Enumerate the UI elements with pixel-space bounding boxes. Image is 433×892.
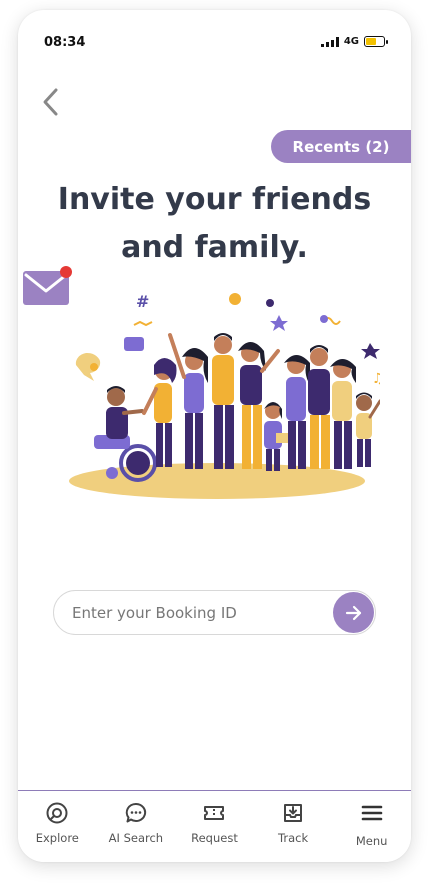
network-type: 4G	[343, 36, 359, 47]
chat-bubble-icon	[125, 802, 146, 823]
signal-icon	[320, 36, 339, 47]
nav-request-label: Request	[191, 831, 238, 845]
status-time: 08:34	[44, 35, 86, 50]
svg-text:#: #	[136, 292, 149, 311]
nav-ai-search-label: AI Search	[108, 831, 164, 845]
nav-track-label: Track	[278, 831, 309, 845]
chevron-left-icon	[43, 88, 58, 116]
nav-explore[interactable]: Explore	[18, 801, 96, 845]
title-line-1: Invite your friends	[57, 182, 372, 217]
hamburger-icon	[361, 805, 382, 821]
page-title: Invite your friends and family.	[18, 176, 411, 272]
nav-menu-label: Menu	[355, 834, 388, 848]
battery-icon	[364, 36, 388, 47]
phone-frame: 08:34 4G Recents (2) Invite your friends…	[18, 10, 411, 862]
bottom-navigation: Explore AI Search Request Track Menu	[18, 790, 411, 862]
title-line-2: and family.	[121, 230, 308, 265]
booking-id-input[interactable]	[72, 603, 333, 622]
nav-explore-label: Explore	[35, 831, 79, 845]
nav-menu[interactable]: Menu	[333, 801, 411, 848]
submit-booking-button[interactable]	[333, 592, 374, 633]
status-indicators: 4G	[320, 36, 388, 47]
back-button[interactable]	[38, 86, 66, 118]
recents-button[interactable]: Recents (2)	[271, 130, 411, 163]
svg-text:♫: ♫	[372, 371, 380, 387]
nav-ai-search[interactable]: AI Search	[97, 801, 175, 845]
ticket-icon	[204, 806, 225, 820]
compass-icon	[46, 802, 68, 824]
nav-request[interactable]: Request	[175, 801, 253, 845]
friends-group-illustration: # ♫	[69, 292, 380, 499]
nav-track[interactable]: Track	[254, 801, 332, 845]
booking-id-field	[53, 590, 376, 635]
arrow-right-icon	[345, 605, 361, 620]
tray-download-icon	[284, 804, 303, 822]
